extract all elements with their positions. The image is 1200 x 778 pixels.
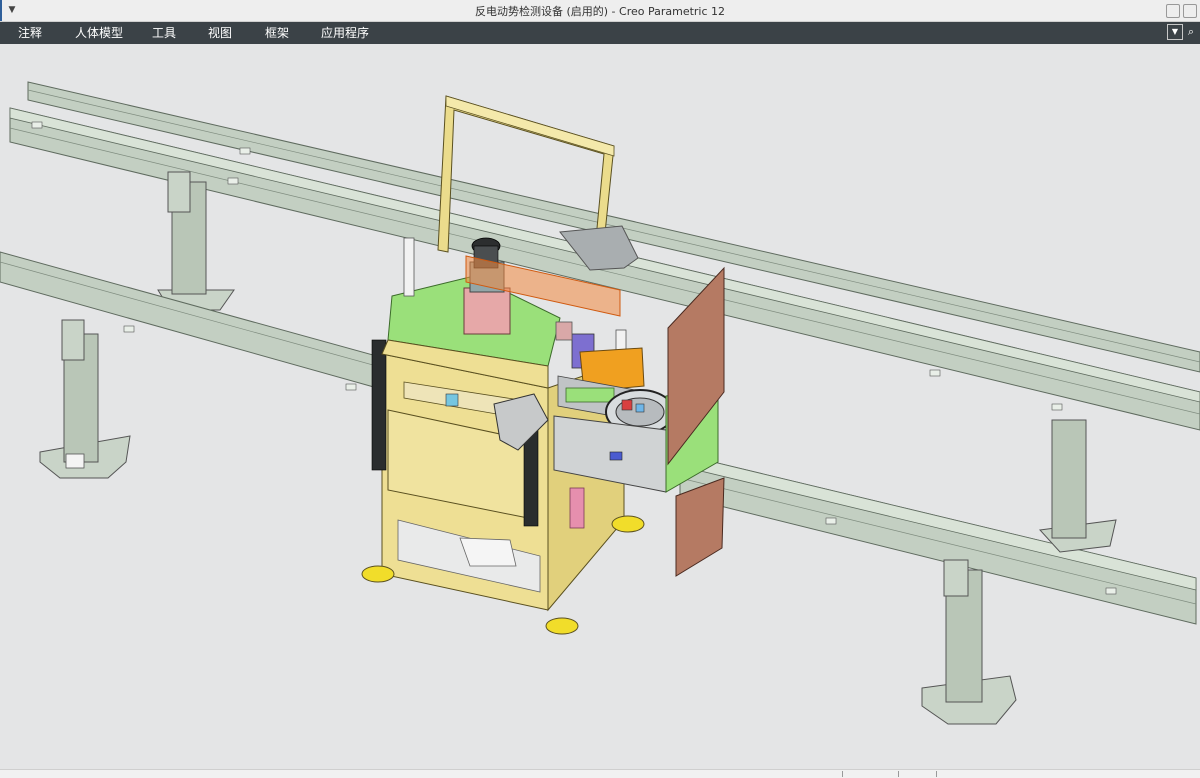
window-controls: [1160, 0, 1200, 21]
rail-front-right: [679, 453, 1197, 625]
tab-manikin[interactable]: 人体模型: [75, 22, 123, 44]
graphics-window[interactable]: [0, 44, 1200, 769]
title-bar: ▼ 反电动势检测设备 (启用的) - Creo Parametric 12: [0, 0, 1200, 22]
ribbon-tab-bar: 注释 人体模型 工具 视图 框架 应用程序 ▼ ⌕: [0, 22, 1200, 44]
window-title: 反电动势检测设备 (启用的) - Creo Parametric 12: [474, 5, 726, 18]
tab-applications[interactable]: 应用程序: [321, 22, 369, 44]
tab-annotate[interactable]: 注释: [18, 22, 42, 44]
cylinder-left: [403, 237, 415, 297]
search-icon[interactable]: ⌕: [1185, 25, 1197, 39]
minimize-icon[interactable]: [1166, 4, 1180, 18]
tab-tools[interactable]: 工具: [152, 22, 176, 44]
maximize-icon[interactable]: [1183, 4, 1197, 18]
rail-support-front-left: [39, 319, 131, 479]
rail-support-back-right: [1038, 419, 1117, 553]
cad-model: [0, 81, 1200, 725]
chevron-down-icon[interactable]: ▼: [1167, 24, 1183, 40]
rail-support-front-right: [921, 559, 1017, 725]
tab-view[interactable]: 视图: [208, 22, 232, 44]
tab-framework[interactable]: 框架: [265, 22, 289, 44]
